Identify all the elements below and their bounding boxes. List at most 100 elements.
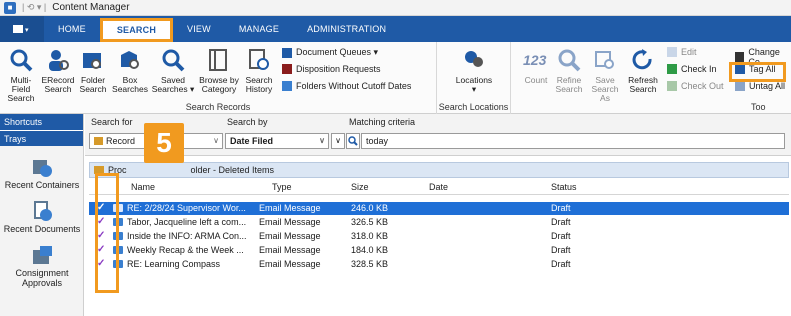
queue-icon	[282, 47, 292, 58]
svg-text:▾: ▾	[25, 26, 29, 34]
check-in-button[interactable]: Check In	[667, 64, 717, 74]
box-search-icon	[115, 46, 145, 74]
email-icon	[113, 218, 123, 226]
folder-cutoff-icon	[282, 81, 292, 91]
document-queues-button[interactable]: Document Queues ▾	[282, 47, 378, 58]
trays-header[interactable]: Trays	[0, 130, 83, 146]
recent-documents-icon	[28, 200, 56, 222]
search-by-label: Search by	[227, 117, 268, 127]
app-menu-icon: ▾	[13, 25, 29, 34]
save-search-icon	[590, 46, 620, 74]
quick-access-toolbar[interactable]: | ⟲ ▾ |	[22, 2, 46, 13]
tray-recent-containers[interactable]: Recent Containers	[0, 156, 84, 190]
save-search-as-button[interactable]: Save Search As	[587, 46, 623, 103]
untag-all-icon	[735, 81, 745, 91]
edit-button[interactable]: Edit	[667, 47, 697, 57]
tray-recent-documents[interactable]: Recent Documents	[0, 200, 84, 234]
disposition-icon	[282, 64, 292, 74]
chevron-down-icon: ∨	[319, 136, 325, 145]
refine-search-button[interactable]: Refine Search	[553, 46, 585, 94]
tab-view[interactable]: VIEW	[173, 16, 225, 42]
tag-check-icon[interactable]: ✓	[97, 230, 105, 241]
tag-check-icon[interactable]: ✓	[97, 202, 105, 213]
table-row[interactable]: ✓ Weekly Recap & the Week ... Email Mess…	[89, 244, 789, 257]
app-icon: ■	[4, 1, 16, 14]
step-badge: 5	[144, 123, 184, 163]
ribbon: Multi-Field Search ERecord Search Folder…	[0, 42, 791, 114]
tag-check-icon[interactable]: ✓	[97, 258, 105, 269]
erecord-search-button[interactable]: ERecord Search	[40, 46, 76, 94]
group-title-tools: Too	[751, 102, 766, 112]
chevron-down-icon: ∨	[213, 136, 219, 145]
left-panel: Shortcuts Trays Recent Containers Recent…	[0, 114, 84, 316]
tab-search[interactable]: SEARCH	[99, 18, 174, 42]
folders-without-cutoff-button[interactable]: Folders Without Cutoff Dates	[282, 81, 411, 91]
saved-searches-button[interactable]: Saved Searches ▾	[150, 46, 196, 94]
table-row[interactable]: ✓ Inside the INFO: ARMA Con... Email Mes…	[89, 230, 789, 243]
tab-administration[interactable]: ADMINISTRATION	[293, 16, 400, 42]
group-title-search-records: Search Records	[185, 102, 251, 112]
group-title-search-locations: Search Locations	[438, 102, 509, 112]
search-by-dropdown-button[interactable]: ∨	[331, 133, 345, 149]
folder-search-icon	[78, 46, 108, 74]
ribbon-tabs: ▾ HOME SEARCH VIEW MANAGE ADMINISTRATION	[0, 16, 791, 42]
file-menu-button[interactable]: ▾	[0, 16, 44, 42]
untag-all-button[interactable]: Untag All	[735, 81, 785, 91]
shortcuts-header[interactable]: Shortcuts	[0, 114, 83, 130]
email-icon	[113, 232, 123, 240]
refine-icon	[554, 46, 584, 74]
refresh-icon	[628, 46, 658, 74]
svg-text:123: 123	[523, 52, 547, 68]
tag-check-icon[interactable]: ✓	[97, 244, 105, 255]
history-icon	[244, 46, 274, 74]
recent-containers-icon	[28, 156, 56, 178]
magnifier-icon	[6, 46, 36, 74]
browse-icon	[204, 46, 234, 74]
email-icon	[113, 204, 123, 212]
tab-home[interactable]: HOME	[44, 16, 100, 42]
criteria-search-button[interactable]	[346, 133, 360, 149]
browse-by-category-button[interactable]: Browse by Category	[196, 46, 242, 94]
title-bar: ■ | ⟲ ▾ | Content Manager	[0, 0, 791, 16]
change-container-icon	[735, 52, 745, 62]
person-search-icon	[43, 46, 73, 74]
check-out-button[interactable]: Check Out	[667, 81, 724, 91]
col-name[interactable]: Name	[131, 182, 155, 192]
chevron-down-icon: ∨	[335, 136, 341, 145]
tray-consignment-approvals[interactable]: Consignment Approvals	[0, 244, 84, 288]
count-button[interactable]: 123 Count	[521, 46, 551, 85]
col-type[interactable]: Type	[272, 182, 292, 192]
check-out-icon	[667, 81, 677, 91]
locations-button[interactable]: Locations ▾	[449, 46, 499, 94]
multi-field-search-button[interactable]: Multi-Field Search	[2, 46, 40, 103]
check-in-icon	[667, 64, 677, 74]
table-row[interactable]: ✓ RE: Learning Compass Email Message 328…	[89, 258, 789, 271]
folder-search-button[interactable]: Folder Search	[76, 46, 110, 94]
results-folder-icon	[94, 166, 104, 174]
group-search-locations: Locations ▾ Search Locations	[437, 42, 511, 114]
col-date[interactable]: Date	[429, 182, 448, 192]
tag-all-button[interactable]: Tag All	[735, 64, 776, 74]
disposition-requests-button[interactable]: Disposition Requests	[282, 64, 381, 74]
search-icon	[348, 136, 358, 146]
tab-manage[interactable]: MANAGE	[225, 16, 293, 42]
criteria-label: Matching criteria	[349, 117, 416, 127]
col-size[interactable]: Size	[351, 182, 369, 192]
search-by-select[interactable]: Date Filed ∨	[225, 133, 329, 149]
tag-check-icon[interactable]: ✓	[97, 216, 105, 227]
search-history-button[interactable]: Search History	[242, 46, 276, 94]
col-status[interactable]: Status	[551, 182, 577, 192]
tag-all-icon	[735, 64, 745, 74]
group-search-records: Multi-Field Search ERecord Search Folder…	[0, 42, 437, 114]
box-searches-button[interactable]: Box Searches	[110, 46, 150, 94]
table-row[interactable]: ✓ RE: 2/28/24 Supervisor Wor... Email Me…	[89, 202, 789, 215]
edit-icon	[667, 47, 677, 57]
criteria-input[interactable]: today	[361, 133, 785, 149]
refresh-search-button[interactable]: Refresh Search	[625, 46, 661, 94]
results-panel: Proc older - Deleted Items Name Type Siz…	[85, 156, 791, 316]
search-bar: Search for Search by Matching criteria R…	[85, 114, 791, 156]
table-row[interactable]: ✓ Tabor, Jacqueline left a com... Email …	[89, 216, 789, 229]
record-icon	[94, 137, 103, 145]
locations-icon	[459, 46, 489, 74]
window-title: Content Manager	[52, 2, 130, 13]
